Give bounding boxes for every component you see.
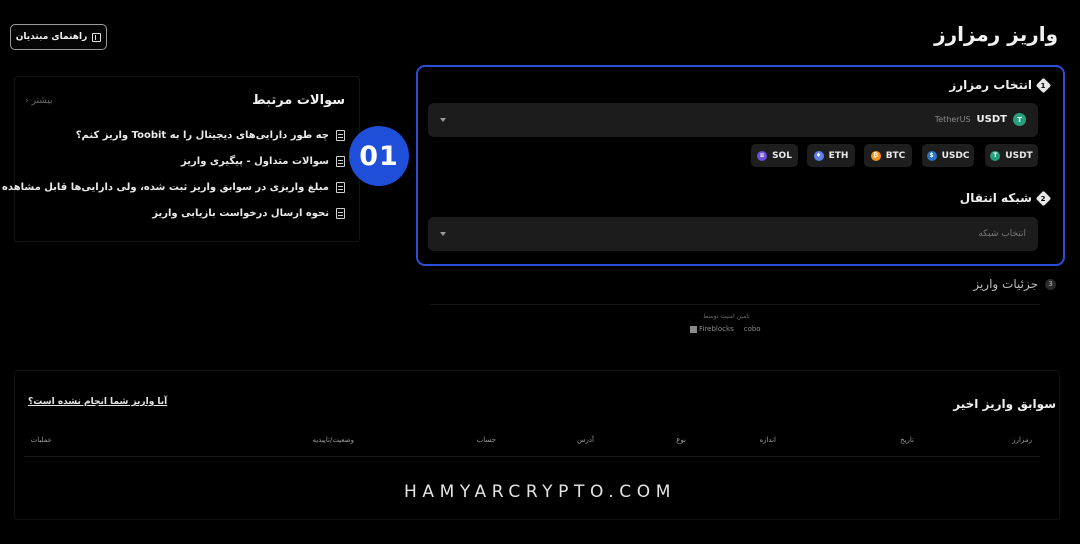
faq-item[interactable]: چه طور دارایی‌های دیجیتال را به Toobit و… [76, 130, 345, 141]
faq-item-label: نحوه ارسال درخواست بازیابی واریز [152, 208, 329, 219]
btc-icon: ₿ [870, 150, 881, 161]
chevron-down-icon [440, 118, 446, 122]
network-section-title: شبکه انتقال [959, 191, 1032, 205]
more-link[interactable]: بیشتر ‹ [25, 96, 53, 106]
selected-coin: T USDT TetherUS [935, 113, 1026, 126]
security-note: تامین امنیت توسط [703, 313, 750, 320]
step-number-badge: 01 [349, 126, 409, 186]
column-header: اندازه [759, 436, 776, 444]
chevron-left-icon: ‹ [25, 96, 29, 106]
document-icon [336, 130, 345, 141]
deposit-details-step: 3 جزئیات واریز [973, 277, 1056, 291]
deposit-selection-panel: 1 انتخاب رمزارز T USDT TetherUS T USDT $… [416, 65, 1065, 266]
faq-item-label: مبلغ واریزی در سوابق واریز ثبت شده، ولی … [0, 182, 329, 193]
coin-chip-usdc[interactable]: $ USDC [922, 144, 974, 167]
coin-chip-sol[interactable]: ≡ SOL [751, 144, 798, 167]
beginner-guide-label: راهنمای مبتدیان [15, 32, 88, 42]
chevron-down-icon [440, 232, 446, 236]
document-icon [336, 156, 345, 167]
deposit-history-title: سوابق واریز اخیر [953, 397, 1056, 411]
coin-chip-eth[interactable]: ♦ ETH [807, 144, 855, 167]
related-questions-title: سوالات مرتبط [252, 93, 345, 108]
coin-chip-label: BTC [885, 150, 906, 161]
eth-icon: ♦ [813, 150, 824, 161]
fireblocks-icon [690, 325, 697, 333]
deposit-not-received-link[interactable]: آیا واریز شما انجام نشده است؟ [28, 397, 167, 407]
beginner-guide-button[interactable]: راهنمای مبتدیان [10, 24, 107, 50]
sol-icon: ≡ [757, 150, 768, 161]
column-header: عملیات [30, 436, 52, 444]
coin-chip-usdt[interactable]: T USDT [985, 144, 1038, 167]
faq-item-label: سوالات متداول - پیگیری واریز [181, 156, 329, 167]
column-header: وضعیت/تاییدیه [312, 436, 354, 444]
page-title: واریز رمزارز [934, 22, 1058, 46]
network-section-label: 2 شبکه انتقال [959, 190, 1052, 206]
security-partners: Fireblocks cobo [690, 325, 761, 333]
selected-coin-name: TetherUS [934, 115, 971, 124]
divider [430, 304, 1040, 305]
step-diamond-icon: 1 [1035, 77, 1052, 93]
network-placeholder: انتخاب شبکه [978, 229, 1026, 239]
column-header: حساب [476, 436, 496, 444]
faq-item[interactable]: نحوه ارسال درخواست بازیابی واریز [152, 208, 345, 219]
footer-brand: HAMYARCRYPTO.COM [404, 482, 676, 502]
table-divider [24, 456, 1040, 457]
deposit-details-title: جزئیات واریز [973, 277, 1038, 291]
column-header: رمزارز [1012, 436, 1032, 444]
usdt-icon: T [990, 150, 1001, 161]
coin-section-title: انتخاب رمزارز [949, 78, 1032, 92]
column-header: تاریخ [900, 436, 914, 444]
related-questions-panel: سوالات مرتبط بیشتر ‹ چه طور دارایی‌های د… [0, 76, 360, 242]
faq-item-label: چه طور دارایی‌های دیجیتال را به Toobit و… [75, 130, 329, 141]
more-label: بیشتر [31, 96, 53, 106]
fireblocks-logo: Fireblocks [690, 325, 734, 333]
coin-chip-label: SOL [772, 150, 792, 161]
document-icon [336, 208, 345, 219]
step-number-circle: 3 [1045, 278, 1056, 290]
column-header: آدرس [577, 436, 594, 444]
step-diamond-icon: 2 [1035, 190, 1052, 206]
coin-chip-label: ETH [828, 150, 849, 161]
faq-item[interactable]: مبلغ واریزی در سوابق واریز ثبت شده، ولی … [0, 182, 345, 193]
coin-chip-label: USDC [941, 150, 970, 161]
usdt-icon: T [1013, 113, 1026, 126]
cobo-logo: cobo [743, 325, 761, 333]
network-select[interactable]: انتخاب شبکه [428, 217, 1038, 251]
document-icon [336, 182, 345, 193]
selected-coin-symbol: USDT [976, 114, 1007, 125]
book-icon [92, 32, 102, 42]
coin-chip-btc[interactable]: ₿ BTC [864, 144, 912, 167]
history-table-header: رمزارز تاریخ اندازه نوع آدرس حساب وضعیت/… [24, 434, 1040, 456]
faq-item[interactable]: سوالات متداول - پیگیری واریز [181, 156, 345, 167]
usdc-icon: $ [926, 150, 937, 161]
column-header: نوع [676, 436, 686, 444]
coin-select[interactable]: T USDT TetherUS [428, 103, 1038, 137]
coin-chip-label: USDT [1005, 150, 1033, 161]
coin-section-label: 1 انتخاب رمزارز [949, 77, 1052, 93]
